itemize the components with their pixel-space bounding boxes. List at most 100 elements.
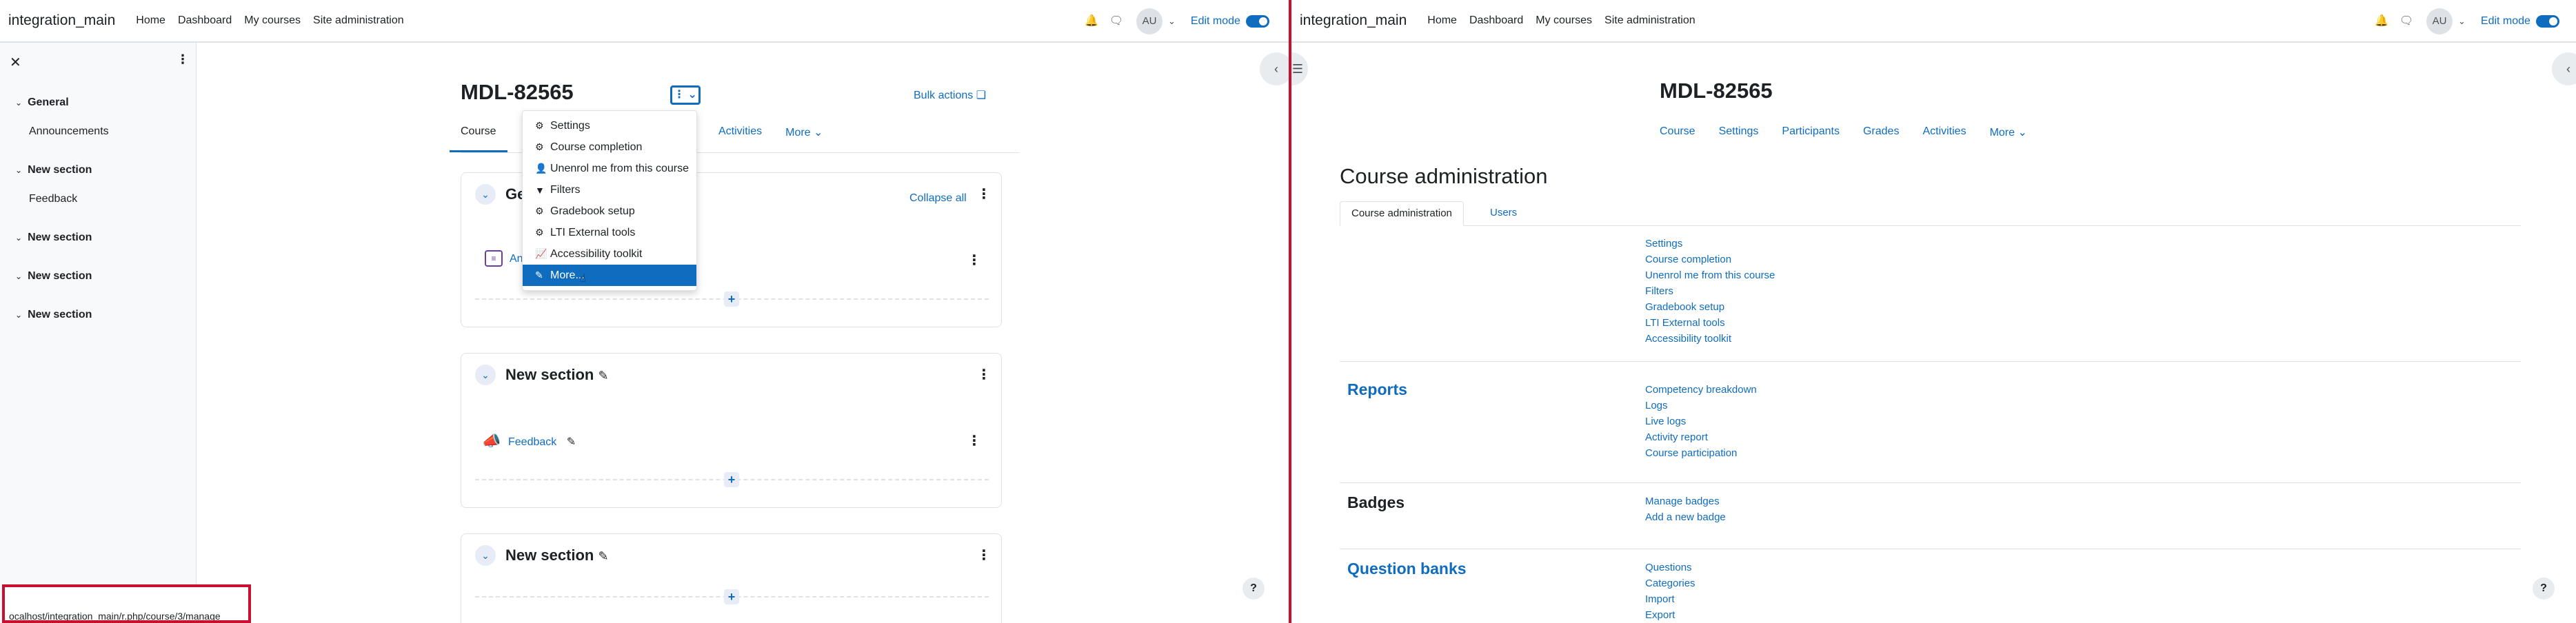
admin-link[interactable]: Live logs xyxy=(1645,413,1757,429)
menu-item-lti-tools[interactable]: ⚙ LTI External tools xyxy=(523,222,696,243)
add-activity-button[interactable]: + xyxy=(724,589,739,604)
top-navbar: integration_main Home Dashboard My courses… xyxy=(1291,0,2576,43)
nav-dashboard[interactable]: Dashboard xyxy=(1469,14,1523,26)
section-menu-icon[interactable]: ⋮ xyxy=(977,366,991,383)
activity-menu-icon[interactable]: ⋮ xyxy=(967,432,981,449)
admin-link[interactable]: LTI External tools xyxy=(1645,315,1775,331)
tab-more[interactable]: More ⌄ xyxy=(1990,125,2027,139)
admin-link[interactable]: Categories xyxy=(1645,575,1695,591)
menu-item-more[interactable]: ✎ More... xyxy=(523,265,696,286)
chevron-down-icon[interactable]: ⌄ xyxy=(2458,16,2466,27)
section-menu-icon[interactable]: ⋮ xyxy=(977,185,991,203)
nav-my-courses[interactable]: My courses xyxy=(1536,14,1592,26)
bell-icon[interactable]: 🔔 xyxy=(2374,14,2389,29)
admin-link[interactable]: Import xyxy=(1645,591,1695,607)
tab-grades[interactable]: Grades xyxy=(1863,125,1899,139)
chevron-down-icon[interactable]: ⌄ xyxy=(475,184,496,205)
tab-course[interactable]: Course xyxy=(450,125,507,152)
messages-icon[interactable]: 🗨 xyxy=(2399,14,2414,29)
category-reports[interactable]: Reports xyxy=(1347,380,1407,399)
drawer-section-3[interactable]: ⌄ New section xyxy=(15,270,92,283)
nav-home[interactable]: Home xyxy=(1427,14,1457,26)
admin-link[interactable]: Manage badges xyxy=(1645,493,1726,509)
nav-site-admin[interactable]: Site administration xyxy=(1604,14,1695,26)
drawer-activity-announcements[interactable]: Announcements xyxy=(29,125,109,138)
admin-link[interactable]: Settings xyxy=(1645,236,1775,252)
messages-icon[interactable]: 🗨 xyxy=(1109,14,1124,29)
edit-mode-toggle[interactable] xyxy=(1245,15,1269,28)
admin-link[interactable]: Course completion xyxy=(1645,252,1775,267)
chevron-down-icon[interactable]: ⌄ xyxy=(475,545,496,566)
admin-link[interactable]: Logs xyxy=(1645,398,1757,413)
chevron-down-icon[interactable]: ⌄ xyxy=(1168,16,1176,27)
course-index-toggle[interactable]: ☰ xyxy=(1291,52,1308,85)
menu-item-filters[interactable]: ▼ Filters xyxy=(523,179,696,201)
collapse-all-link[interactable]: Collapse all xyxy=(909,192,967,205)
admin-link[interactable]: Add a new badge xyxy=(1645,509,1726,525)
admin-link[interactable]: Accessibility toolkit xyxy=(1645,331,1775,347)
menu-label: Accessibility toolkit xyxy=(550,247,643,260)
menu-item-course-completion[interactable]: ⚙ Course completion xyxy=(523,136,696,158)
site-brand[interactable]: integration_main xyxy=(8,12,115,29)
chevron-down-icon[interactable]: ⌄ xyxy=(475,365,496,385)
chevron-down-icon[interactable]: ⌄ xyxy=(15,165,22,175)
tab-activities[interactable]: Activities xyxy=(718,125,762,139)
tab-course[interactable]: Course xyxy=(1660,125,1695,139)
avatar[interactable]: AU xyxy=(2426,8,2453,34)
menu-item-settings[interactable]: ⚙ Settings xyxy=(523,115,696,136)
nav-dashboard[interactable]: Dashboard xyxy=(178,14,232,26)
drawer-activity-feedback[interactable]: Feedback xyxy=(29,193,77,205)
chevron-down-icon[interactable]: ⌄ xyxy=(15,272,22,281)
nav-my-courses[interactable]: My courses xyxy=(244,14,301,26)
chevron-down-icon[interactable]: ⌄ xyxy=(15,98,22,108)
admin-link[interactable]: Export xyxy=(1645,607,1695,623)
admin-link[interactable]: Course participation xyxy=(1645,445,1757,461)
add-activity-button[interactable]: + xyxy=(724,292,739,307)
drawer-section-4[interactable]: ⌄ New section xyxy=(15,309,92,321)
chevron-down-icon[interactable]: ⌄ xyxy=(15,233,22,243)
subtab-users[interactable]: Users xyxy=(1490,207,1517,218)
site-brand[interactable]: integration_main xyxy=(1300,12,1407,29)
tab-more[interactable]: More ⌄ xyxy=(785,125,823,139)
chevron-down-icon[interactable]: ⌄ xyxy=(15,310,22,320)
avatar[interactable]: AU xyxy=(1136,8,1163,34)
activity-feedback-link[interactable]: Feedback xyxy=(508,436,556,448)
close-icon[interactable]: ✕ xyxy=(10,54,21,71)
admin-link[interactable]: Filters xyxy=(1645,283,1775,299)
add-activity-button[interactable]: + xyxy=(724,472,739,487)
subtab-course-administration[interactable]: Course administration xyxy=(1340,201,1464,226)
admin-link[interactable]: Competency breakdown xyxy=(1645,382,1757,398)
pencil-icon[interactable]: ✎ xyxy=(598,549,609,563)
tab-settings[interactable]: Settings xyxy=(1719,125,1759,139)
admin-link[interactable]: Activity report xyxy=(1645,429,1757,445)
bell-icon[interactable]: 🔔 xyxy=(1084,14,1099,29)
bulk-actions-link[interactable]: Bulk actions ❏ xyxy=(914,88,986,102)
pencil-icon[interactable]: ✎ xyxy=(598,369,609,382)
drawer-options-icon[interactable]: ⋮ xyxy=(177,52,189,67)
section-menu-icon[interactable]: ⋮ xyxy=(977,547,991,564)
drawer-section-2[interactable]: ⌄ New section xyxy=(15,232,92,244)
block-drawer-toggle[interactable]: ‹ xyxy=(2552,52,2576,85)
help-icon[interactable]: ? xyxy=(2533,578,2555,600)
left-window: integration_main Home Dashboard My courses… xyxy=(0,0,1289,623)
menu-item-gradebook-setup[interactable]: ⚙ Gradebook setup xyxy=(523,201,696,222)
admin-link[interactable]: Questions xyxy=(1645,560,1695,575)
nav-home[interactable]: Home xyxy=(136,14,165,26)
tab-activities[interactable]: Activities xyxy=(1922,125,1966,139)
tab-participants[interactable]: Participants xyxy=(1782,125,1840,139)
gear-icon: ⚙ xyxy=(535,205,544,216)
admin-link[interactable]: Unenrol me from this course xyxy=(1645,267,1775,283)
drawer-section-1[interactable]: ⌄ New section xyxy=(15,164,92,176)
edit-mode-toggle[interactable] xyxy=(2535,15,2559,28)
category-question-banks[interactable]: Question banks xyxy=(1347,560,1467,578)
block-drawer-toggle[interactable]: ‹ xyxy=(1260,52,1289,85)
nav-site-admin[interactable]: Site administration xyxy=(313,14,404,26)
help-icon[interactable]: ? xyxy=(1242,578,1265,600)
menu-item-accessibility-toolkit[interactable]: 📈 Accessibility toolkit xyxy=(523,243,696,265)
course-actions-kebab[interactable]: ⋮ ⌄ xyxy=(670,85,701,105)
drawer-section-general[interactable]: ⌄ General xyxy=(15,96,69,109)
admin-link[interactable]: Gradebook setup xyxy=(1645,299,1775,315)
activity-menu-icon[interactable]: ⋮ xyxy=(967,252,981,269)
pencil-icon[interactable]: ✎ xyxy=(567,436,576,448)
menu-item-unenrol[interactable]: 👤 Unenrol me from this course xyxy=(523,158,696,179)
